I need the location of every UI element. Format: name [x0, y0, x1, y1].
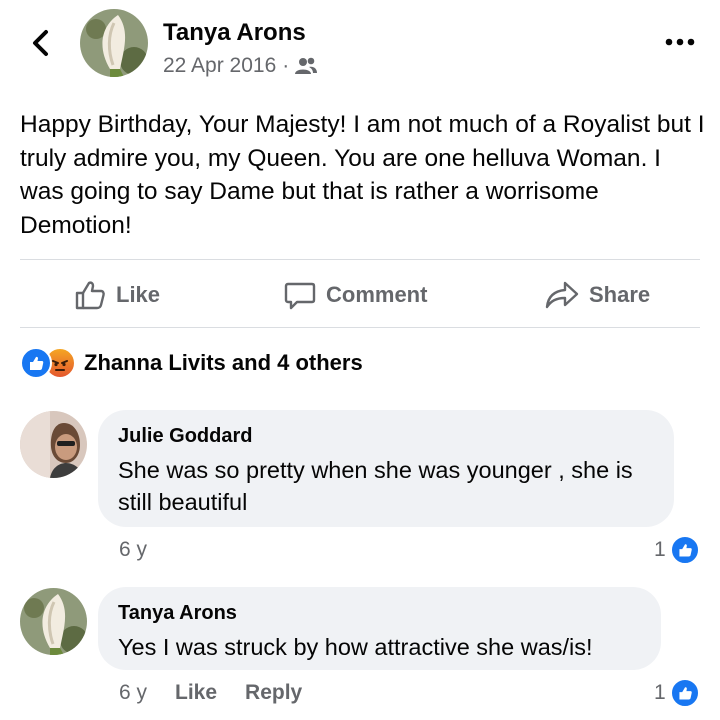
- comment-time: 6 y: [119, 681, 148, 704]
- comment-bubble: Julie Goddard She was so pretty when she…: [98, 410, 674, 527]
- like-count-value: 1: [654, 681, 666, 704]
- comment-like-count[interactable]: 1: [654, 535, 700, 565]
- more-options-button[interactable]: [664, 30, 696, 54]
- comment-like-count[interactable]: 1: [654, 678, 700, 708]
- reactions-summary[interactable]: Zhanna Livits and 4 others: [20, 346, 363, 380]
- post-author-name[interactable]: Tanya Arons: [163, 19, 306, 47]
- like-badge-icon: [669, 678, 700, 708]
- friends-icon: [295, 57, 318, 74]
- comment-footer: 6 y Like Reply: [119, 681, 302, 705]
- like-badge-icon: [669, 535, 700, 565]
- like-label: Like: [116, 282, 161, 307]
- comment-reply-link[interactable]: Reply: [245, 681, 302, 705]
- post-meta: 22 Apr 2016 ·: [163, 54, 318, 78]
- like-count-value: 1: [654, 538, 666, 561]
- comment-time: 6 y: [119, 538, 148, 561]
- comment-icon: [284, 282, 316, 310]
- comment-text: She was so pretty when she was younger ,…: [118, 457, 633, 515]
- divider: [20, 259, 700, 260]
- more-horizontal-icon: [665, 38, 695, 46]
- back-button[interactable]: [26, 28, 56, 58]
- like-reaction-icon: [20, 347, 52, 379]
- comment-label: Comment: [326, 282, 428, 307]
- like-button[interactable]: Like: [74, 272, 160, 318]
- comment-like-link[interactable]: Like: [175, 681, 217, 705]
- reactions-text: Zhanna Livits and 4 others: [84, 350, 363, 375]
- comment-text: Yes I was struck by how attractive she w…: [118, 634, 593, 660]
- comment-button[interactable]: Comment: [284, 272, 427, 318]
- share-label: Share: [589, 282, 651, 307]
- thumbs-up-icon: [75, 281, 105, 310]
- comment-author[interactable]: Tanya Arons: [118, 602, 237, 625]
- share-arrow-icon: [545, 281, 579, 309]
- share-button[interactable]: Share: [545, 272, 650, 318]
- commenter-avatar[interactable]: [20, 411, 87, 478]
- commenter-avatar[interactable]: [20, 588, 87, 655]
- comment-bubble: Tanya Arons Yes I was struck by how attr…: [98, 587, 661, 670]
- chevron-left-icon: [33, 30, 48, 56]
- author-avatar[interactable]: [80, 9, 148, 77]
- post-date[interactable]: 22 Apr 2016: [163, 54, 276, 78]
- comment-author[interactable]: Julie Goddard: [118, 425, 252, 448]
- meta-separator: ·: [282, 54, 290, 77]
- post-text: Happy Birthday, Your Majesty! I am not m…: [20, 111, 705, 239]
- divider: [20, 327, 700, 328]
